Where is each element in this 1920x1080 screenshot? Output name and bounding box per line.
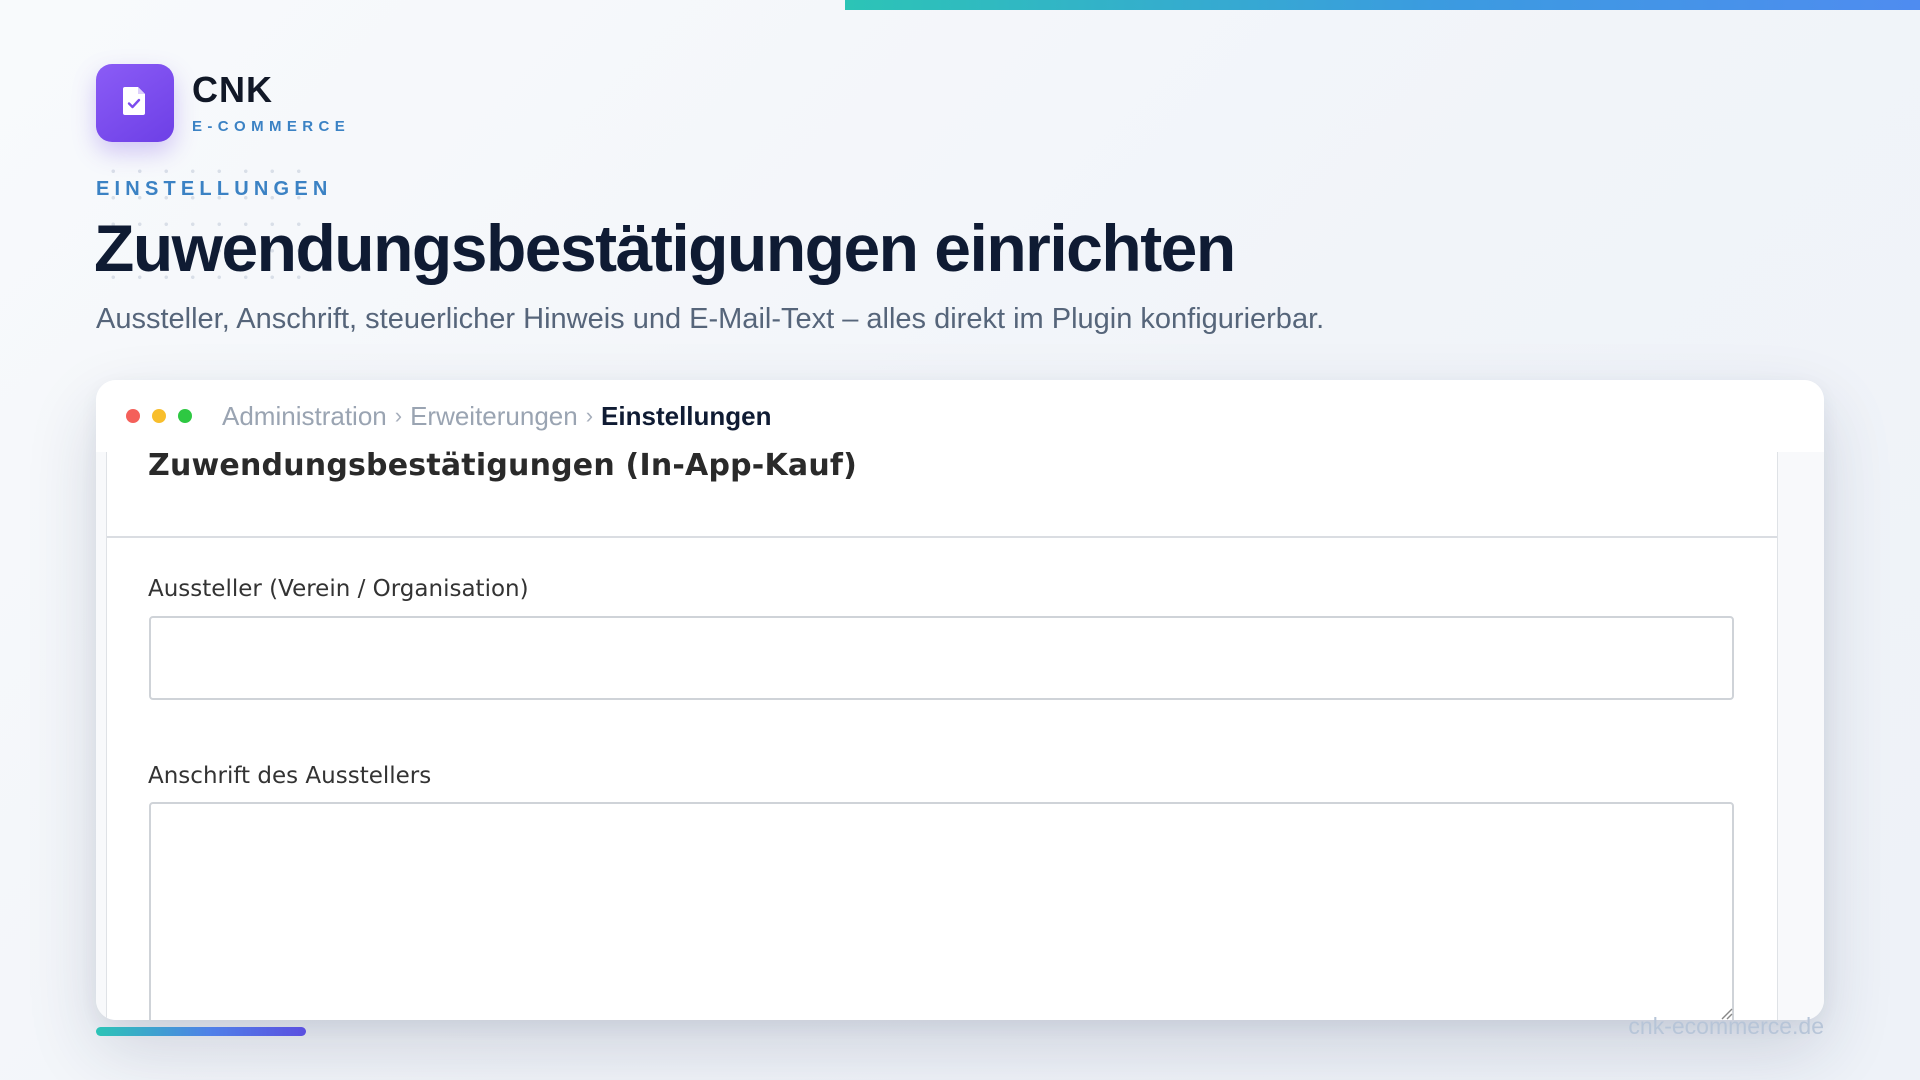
settings-panel: Zuwendungsbestätigungen (In-App-Kauf) Au… (106, 448, 1778, 1020)
window-titlebar: Administration › Erweiterungen › Einstel… (96, 380, 1824, 453)
page-title: Zuwendungsbestätigungen einrichten (94, 211, 1236, 285)
address-label: Anschrift des Ausstellers (148, 763, 432, 789)
issuer-input[interactable] (149, 616, 1734, 700)
panel-title: Zuwendungsbestätigungen (In-App-Kauf) (148, 448, 858, 483)
issuer-label: Aussteller (Verein / Organisation) (148, 576, 529, 602)
document-check-icon (122, 86, 148, 121)
minimize-window-button[interactable] (152, 409, 166, 423)
brand-logo: CNK E-COMMERCE (96, 64, 350, 142)
brand-name: CNK (192, 68, 273, 110)
panel-header: Zuwendungsbestätigungen (In-App-Kauf) (107, 448, 1777, 538)
breadcrumb-administration[interactable]: Administration (222, 401, 387, 432)
top-accent-bar (845, 0, 1920, 10)
footer-url[interactable]: cnk-ecommerce.de (1628, 1013, 1824, 1040)
breadcrumb-einstellungen: Einstellungen (601, 400, 772, 431)
logo-tile (96, 64, 174, 142)
bottom-accent-bar (96, 1027, 306, 1036)
close-window-button[interactable] (126, 409, 140, 423)
brand-tagline: E-COMMERCE (192, 117, 351, 135)
section-eyebrow: EINSTELLUNGEN (96, 178, 333, 200)
breadcrumb-separator: › (585, 403, 594, 428)
page-subtitle: Aussteller, Anschrift, steuerlicher Hinw… (96, 303, 1325, 335)
breadcrumb-erweiterungen[interactable]: Erweiterungen (410, 401, 578, 432)
address-textarea[interactable] (149, 802, 1734, 1020)
settings-content: Zuwendungsbestätigungen (In-App-Kauf) Au… (96, 448, 1824, 1020)
breadcrumb-separator: › (394, 403, 403, 428)
maximize-window-button[interactable] (178, 409, 192, 423)
app-window: Administration › Erweiterungen › Einstel… (96, 380, 1824, 1020)
breadcrumb: Administration › Erweiterungen › Einstel… (222, 401, 772, 432)
